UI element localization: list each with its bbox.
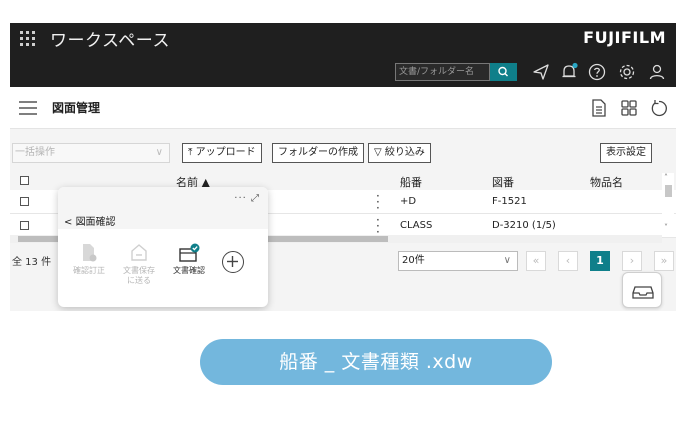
tray-button[interactable] <box>622 272 662 308</box>
bell-icon[interactable] <box>558 61 580 83</box>
panel-header: ··· ⤢ < 図面確認 <box>58 187 268 229</box>
drawing-check-panel: ··· ⤢ < 図面確認 確認訂正 文書保存 に送る 文書確認 <box>58 187 268 307</box>
refresh-icon[interactable] <box>648 97 670 119</box>
cell-drawing-no: F-1521 <box>492 196 527 207</box>
cell-drawing-no: D-3210 (1/5) <box>492 220 556 231</box>
scroll-up-icon[interactable]: ˄ <box>664 173 668 182</box>
page-size-select[interactable]: 20件 ∨ <box>398 251 518 271</box>
display-settings-button[interactable]: 表示設定 <box>600 143 652 163</box>
total-count: 全 13 件 <box>12 257 52 268</box>
search-button[interactable] <box>490 63 517 81</box>
send-icon[interactable] <box>530 61 552 83</box>
panel-controls[interactable]: ··· ⤢ <box>234 193 260 204</box>
upload-button[interactable]: ⤒ アップロード <box>182 143 262 163</box>
hamburger-icon[interactable] <box>18 100 38 116</box>
filename-caption: 船番 _ 文書種類 .xdw <box>200 339 552 385</box>
send-to-storage-tool[interactable]: 文書保存 に送る <box>114 243 164 286</box>
next-page-button[interactable]: › <box>622 251 642 271</box>
column-header-item-name[interactable]: 物品名 <box>590 174 623 190</box>
document-send-icon <box>131 244 147 261</box>
cell-ship-no: +D <box>400 196 417 207</box>
top-bar: ワークスペース FUJIFILM 文書/フォルダー名 <box>10 23 676 87</box>
row-checkbox[interactable] <box>20 221 29 230</box>
panel-tab[interactable]: < 図面確認 <box>64 213 116 228</box>
upload-icon: ⤒ <box>188 147 196 158</box>
prev-page-button[interactable]: ‹ <box>558 251 578 271</box>
chevron-down-icon: ∨ <box>503 255 511 266</box>
tool-label: 確認訂正 <box>73 266 105 275</box>
row-menu-icon[interactable]: · · · <box>376 214 380 238</box>
document-icon[interactable] <box>588 97 610 119</box>
bulk-action-select[interactable]: 一括操作 ∨ <box>12 143 170 163</box>
brand-logo: FUJIFILM <box>583 28 666 47</box>
page-size-value: 20件 <box>402 255 425 266</box>
panel-tab-label: 図面確認 <box>75 217 116 228</box>
chevron-down-icon: ∨ <box>155 147 163 158</box>
filter-label: 絞り込み <box>384 147 425 158</box>
apps-grid-icon[interactable] <box>20 31 36 47</box>
scroll-down-icon[interactable]: ˅ <box>664 223 668 232</box>
page-title: 図面管理 <box>52 101 101 115</box>
help-icon[interactable] <box>586 61 608 83</box>
bulk-action-label: 一括操作 <box>15 147 55 158</box>
create-folder-label: フォルダーの作成 <box>278 147 358 158</box>
confirm-correct-tool[interactable]: 確認訂正 <box>64 243 114 276</box>
current-page-button[interactable]: 1 <box>590 251 610 271</box>
app-window: ワークスペース FUJIFILM 文書/フォルダー名 図面管理 一括操作 ∨ ⤒… <box>10 23 676 311</box>
filter-icon: ▽ <box>374 147 385 158</box>
add-tool-button[interactable] <box>222 251 244 273</box>
row-checkbox[interactable] <box>20 197 29 206</box>
row-menu-icon[interactable]: · · · <box>376 190 380 214</box>
tiles-icon[interactable] <box>618 97 640 119</box>
upload-label: アップロード <box>195 147 256 158</box>
vertical-scrollbar[interactable]: ˄ ˅ <box>662 173 674 237</box>
create-folder-button[interactable]: フォルダーの作成 <box>272 143 364 163</box>
tool-label: 文書保存 に送る <box>123 266 155 285</box>
share-icon: < <box>64 217 76 228</box>
user-icon[interactable] <box>646 61 668 83</box>
search-input[interactable]: 文書/フォルダー名 <box>395 63 490 81</box>
notification-dot <box>572 62 578 69</box>
last-page-button[interactable]: » <box>654 251 674 271</box>
plus-icon <box>227 256 238 267</box>
select-all-checkbox[interactable] <box>20 176 29 185</box>
search-icon <box>498 66 508 77</box>
column-header-ship-no[interactable]: 船番 <box>400 174 422 190</box>
gear-icon[interactable] <box>616 61 638 83</box>
cell-ship-no: CLASS <box>400 220 433 231</box>
tool-label: 文書確認 <box>173 266 205 275</box>
document-edit-icon <box>83 244 97 262</box>
first-page-button[interactable]: « <box>526 251 546 271</box>
document-check-icon <box>179 243 200 262</box>
workspace-title: ワークスペース <box>50 31 170 51</box>
filter-button[interactable]: ▽ 絞り込み <box>368 143 431 163</box>
vertical-scroll-thumb[interactable] <box>665 185 672 197</box>
document-check-tool[interactable]: 文書確認 <box>164 243 214 276</box>
inbox-tray-icon <box>632 286 654 299</box>
display-settings-label: 表示設定 <box>606 147 646 158</box>
column-header-drawing-no[interactable]: 図番 <box>492 174 514 190</box>
page-header: 図面管理 <box>10 87 676 129</box>
